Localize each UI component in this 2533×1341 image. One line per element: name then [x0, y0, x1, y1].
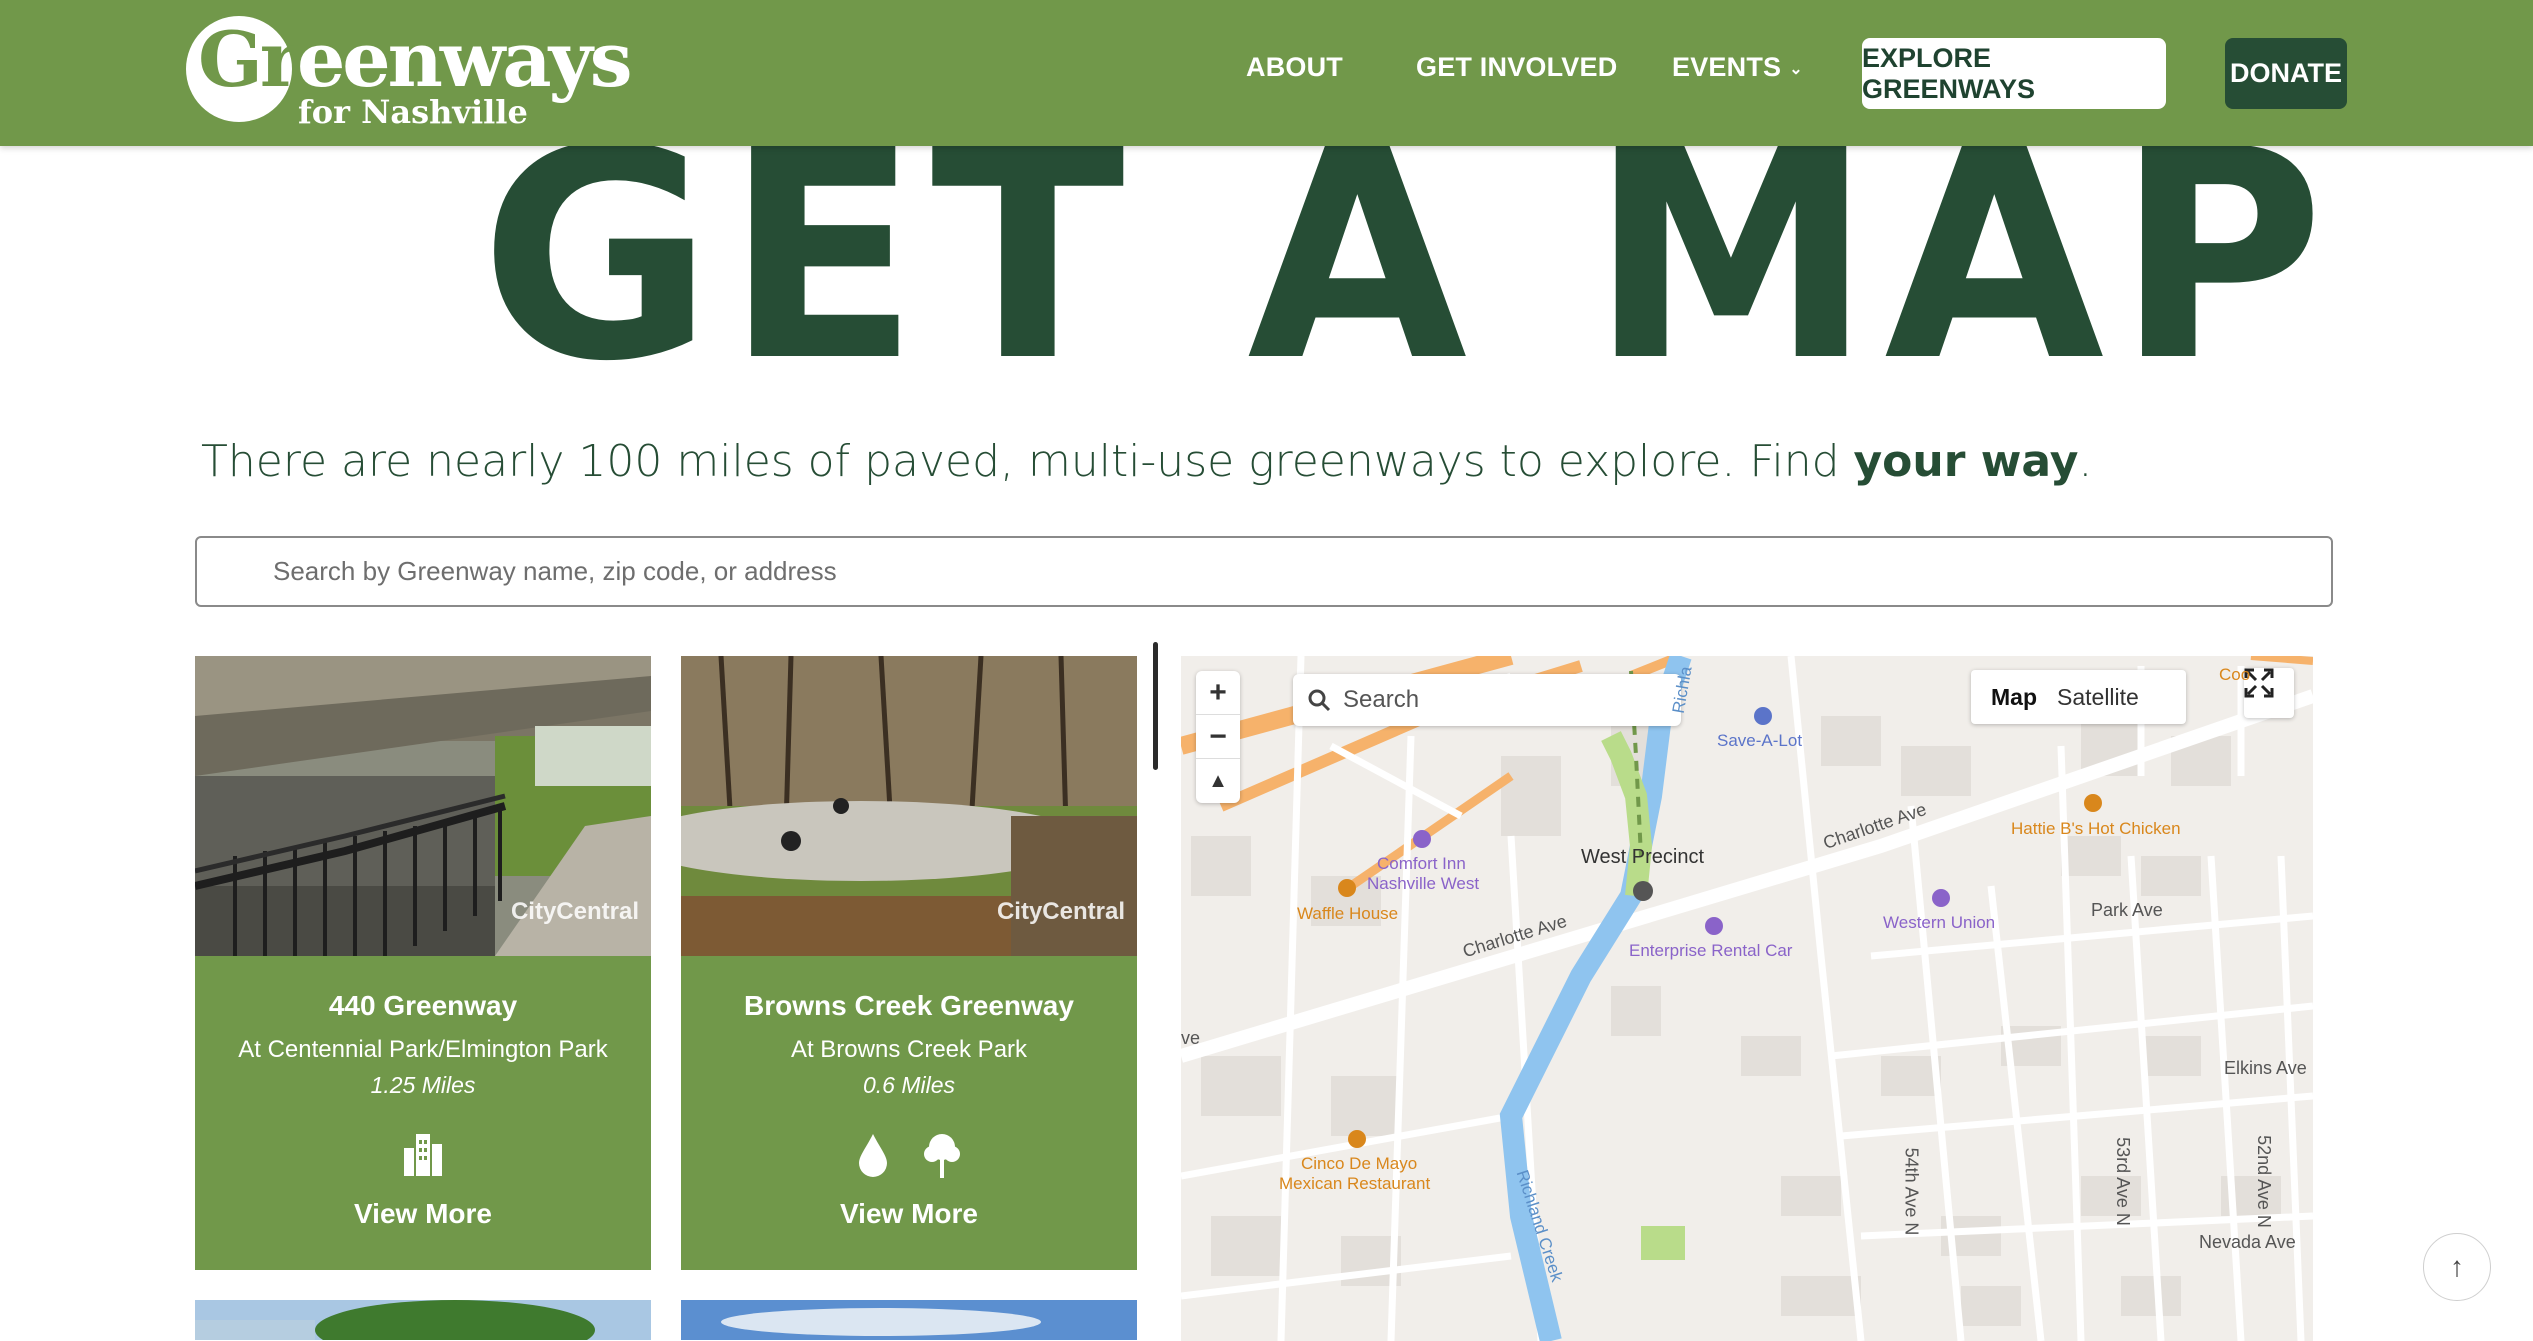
map-label-park-ave: Park Ave — [2091, 900, 2163, 920]
tagline-text: There are nearly 100 miles of paved, mul… — [201, 436, 1854, 487]
map-search-placeholder: Search — [1343, 686, 1420, 713]
city-icon — [402, 1132, 444, 1181]
card-title: 440 Greenway — [328, 990, 518, 1021]
map-label-enterprise: Enterprise Rental Car — [1629, 941, 1793, 960]
map-type-satellite[interactable]: Satellite — [2057, 684, 2139, 711]
photo-watermark: CityCentral — [996, 898, 1125, 925]
map-label-partial-top: Coo — [2219, 665, 2251, 684]
search-icon — [1308, 689, 1331, 712]
map-label-waffle-house: Waffle House — [1297, 904, 1399, 923]
greenway-photo: CityCentral — [195, 656, 651, 956]
chevron-down-icon: ⌄ — [1789, 60, 1803, 78]
card-miles: 0.6 Miles — [862, 1072, 956, 1098]
zoom-in-button[interactable]: + — [1196, 671, 1240, 715]
map-label-nevada-ave: Nevada Ave — [2199, 1232, 2296, 1252]
map-label-52nd-ave: 52nd Ave N — [2253, 1135, 2274, 1228]
tagline-emphasis: your way — [1853, 436, 2079, 487]
water-drop-icon — [856, 1132, 890, 1183]
view-more-link[interactable]: View More — [681, 1198, 1137, 1230]
greenway-card-browns-creek[interactable]: CityCentral Browns Creek Greenway At Bro… — [681, 656, 1137, 1270]
greenway-card-peek[interactable] — [681, 1300, 1137, 1340]
map-zoom-controls: + − ▲ — [1196, 671, 1240, 803]
explore-greenways-button[interactable]: EXPLORE GREENWAYS — [1862, 38, 2166, 109]
map-label-cinco-de-mayo-2: Mexican Restaurant — [1279, 1174, 1431, 1193]
view-more-link[interactable]: View More — [195, 1198, 651, 1230]
map-label-save-a-lot: Save-A-Lot — [1717, 731, 1803, 750]
greenways-logo[interactable]: Greenways for Nashville — [186, 16, 633, 132]
photo-watermark: CityCentral — [510, 898, 639, 925]
card-location: At Centennial Park/Elmington Park — [238, 1036, 608, 1063]
tagline: There are nearly 100 miles of paved, mul… — [201, 436, 2092, 487]
map-type-map[interactable]: Map — [1971, 684, 2057, 711]
logo-subtitle: for Nashville — [298, 93, 528, 131]
map-label-hattie-b: Hattie B's Hot Chicken — [2011, 819, 2181, 838]
tree-icon — [922, 1132, 962, 1183]
greenway-map[interactable]: + − ▲ Search Map Satellite Save-A-Lot Co… — [1181, 656, 2313, 1341]
logo-wordmark: Greenways — [198, 15, 633, 104]
greenway-search-input[interactable]: Search by Greenway name, zip code, or ad… — [195, 536, 2333, 607]
card-miles: 1.25 Miles — [370, 1072, 476, 1098]
map-label-elkins-ave: Elkins Ave — [2224, 1058, 2307, 1078]
zoom-out-button[interactable]: − — [1196, 715, 1240, 759]
map-label-west-precinct: West Precinct — [1581, 846, 1704, 868]
map-label-comfort-inn-2: Nashville West — [1367, 874, 1480, 893]
nav-about[interactable]: ABOUT — [1246, 52, 1343, 83]
map-label-54th-ave: 54th Ave N — [1901, 1147, 1922, 1236]
map-search-input[interactable]: Search — [1293, 674, 1681, 726]
compass-icon[interactable]: ▲ — [1196, 759, 1240, 803]
map-label-cinco-de-mayo: Cinco De Mayo — [1301, 1154, 1418, 1173]
nav-events-label: EVENTS — [1672, 52, 1782, 82]
site-header: Greenways for Nashville ABOUT GET INVOLV… — [0, 0, 2533, 146]
back-to-top-button[interactable]: ↑ — [2423, 1233, 2491, 1301]
greenway-card-peek[interactable] — [195, 1300, 651, 1340]
map-label-comfort-inn: Comfort Inn — [1377, 854, 1466, 873]
cards-scrollbar[interactable] — [1153, 642, 1158, 770]
card-location: At Browns Creek Park — [790, 1036, 1028, 1063]
map-label-western-union: Western Union — [1883, 913, 1996, 932]
page-title: GET A MAP — [480, 88, 2337, 425]
fullscreen-icon[interactable] — [2244, 668, 2294, 718]
donate-button[interactable]: DONATE — [2225, 38, 2347, 109]
map-label-partial-ave: ve — [1181, 1028, 1201, 1048]
nav-events[interactable]: EVENTS ⌄ — [1672, 52, 1803, 83]
greenway-card-440[interactable]: CityCentral 440 Greenway At Centennial P… — [195, 656, 651, 1270]
tagline-end: . — [2078, 436, 2093, 487]
map-label-53rd-ave: 53rd Ave N — [2112, 1137, 2133, 1226]
nav-get-involved[interactable]: GET INVOLVED — [1416, 52, 1617, 83]
map-type-toggle: Map Satellite — [1971, 670, 2186, 724]
greenway-photo: CityCentral — [681, 656, 1137, 956]
card-title: Browns Creek Greenway — [744, 990, 1074, 1021]
